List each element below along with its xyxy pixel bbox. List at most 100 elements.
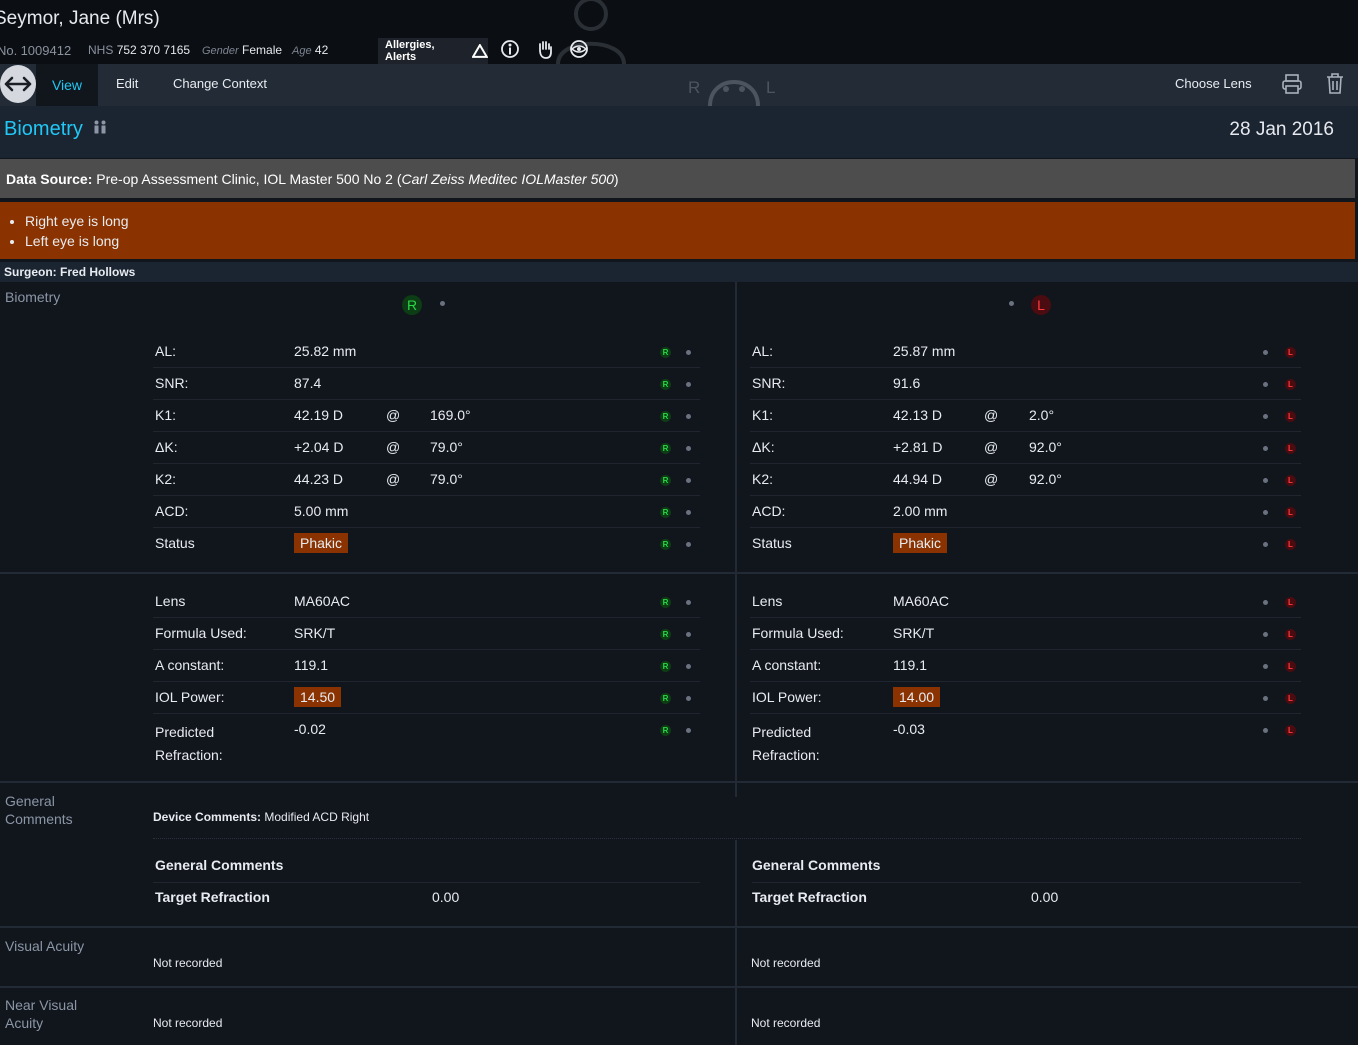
change-context-button[interactable]: Change Context bbox=[173, 76, 267, 91]
right-dk-axis: 79.0° bbox=[430, 439, 463, 455]
source-dot bbox=[1263, 350, 1268, 355]
label-dk: ΔK: bbox=[155, 439, 178, 455]
tab-edit[interactable]: Edit bbox=[116, 76, 138, 91]
allergies-alerts-button[interactable]: Allergies, Alerts bbox=[378, 38, 488, 64]
right-k2-axis: 79.0° bbox=[430, 471, 463, 487]
source-dot bbox=[1263, 632, 1268, 637]
right-snr-value: 87.4 bbox=[294, 375, 322, 391]
section-divider bbox=[0, 781, 1358, 783]
label-status: Status bbox=[155, 535, 195, 551]
label-lens: Lens bbox=[155, 593, 186, 609]
source-dot bbox=[686, 542, 691, 547]
eye-context-ghost: R L bbox=[684, 66, 784, 106]
row-separator bbox=[750, 367, 1301, 368]
label-acd: ACD: bbox=[752, 503, 786, 519]
row-separator bbox=[752, 882, 1301, 883]
right-eye-source-badge: R bbox=[660, 661, 671, 672]
patient-bar: Seymor, Jane (Mrs) No. 1009412 NHS 752 3… bbox=[0, 0, 1358, 64]
biometry-date: 28 Jan 2016 bbox=[1229, 119, 1334, 140]
eye-dot bbox=[1009, 301, 1014, 306]
general-comments-label-left: General Comments bbox=[752, 857, 881, 873]
label-snr: SNR: bbox=[155, 375, 189, 391]
general-comments-label-right: General Comments bbox=[155, 857, 284, 873]
source-dot bbox=[1263, 696, 1268, 701]
right-al-value: 25.82 mm bbox=[294, 343, 357, 359]
tab-view[interactable]: View bbox=[36, 64, 98, 106]
source-dot bbox=[686, 510, 691, 515]
section-label-visual-acuity: Visual Acuity bbox=[5, 938, 85, 954]
source-dot bbox=[686, 382, 691, 387]
page-title: Biometry bbox=[4, 118, 108, 141]
right-eye-source-badge: R bbox=[660, 597, 671, 608]
hand-icon[interactable] bbox=[534, 38, 556, 60]
right-acd-value: 5.00 mm bbox=[294, 503, 349, 519]
label-dk: ΔK: bbox=[752, 439, 775, 455]
left-status-value: Phakic bbox=[893, 533, 948, 553]
left-k2-value: 44.94 D bbox=[893, 471, 943, 487]
left-predicted-value: -0.03 bbox=[893, 721, 925, 737]
target-refraction-right: 0.00 bbox=[432, 889, 460, 905]
info-icon[interactable] bbox=[499, 38, 521, 60]
print-icon[interactable] bbox=[1281, 73, 1303, 95]
label-lens: Lens bbox=[752, 593, 783, 609]
section-label-near-visual-acuity: Near Visual Acuity bbox=[5, 997, 78, 1031]
swap-eye-button[interactable] bbox=[0, 65, 36, 103]
source-dot bbox=[686, 600, 691, 605]
patient-gender: Gender Female bbox=[202, 43, 283, 57]
label-a_constant: A constant: bbox=[155, 657, 225, 673]
device-comments: Device Comments: Modified ACD Right bbox=[153, 810, 370, 824]
right-eye-source-badge: R bbox=[660, 347, 671, 358]
left-eye-source-badge: L bbox=[1285, 379, 1296, 390]
left-k1-axis: 2.0° bbox=[1029, 407, 1055, 423]
left-eye-source-badge: L bbox=[1285, 347, 1296, 358]
at-symbol: @ bbox=[386, 407, 401, 423]
left-dk-value: +2.81 D bbox=[893, 439, 943, 455]
label-iol_power: IOL Power: bbox=[155, 689, 225, 705]
target-refraction-label-right: Target Refraction bbox=[155, 889, 270, 905]
patient-name: Seymor, Jane (Mrs) bbox=[0, 8, 160, 29]
toolbar: View Edit Change Context Choose Lens bbox=[0, 64, 1358, 106]
left-lens-value: MA60AC bbox=[893, 593, 950, 609]
left-iol_power-value: 14.00 bbox=[893, 687, 941, 707]
right-lens-value: MA60AC bbox=[294, 593, 351, 609]
warning-item: Right eye is long bbox=[25, 211, 129, 231]
label-k1: K1: bbox=[155, 407, 177, 423]
alert-triangle-icon bbox=[472, 44, 488, 58]
row-separator bbox=[750, 527, 1301, 528]
left-al-value: 25.87 mm bbox=[893, 343, 956, 359]
at-symbol: @ bbox=[984, 471, 999, 487]
row-separator bbox=[153, 681, 700, 682]
left-dk-axis: 92.0° bbox=[1029, 439, 1062, 455]
choose-lens-button[interactable]: Choose Lens bbox=[1175, 76, 1252, 91]
warning-item: Left eye is long bbox=[25, 231, 129, 251]
right-eye-source-badge: R bbox=[660, 443, 671, 454]
eye-dot bbox=[440, 301, 445, 306]
left-eye-source-badge: L bbox=[1285, 629, 1296, 640]
row-separator bbox=[750, 463, 1301, 464]
right-k1-axis: 169.0° bbox=[430, 407, 471, 423]
left-acd-value: 2.00 mm bbox=[893, 503, 948, 519]
visual-acuity-right: Not recorded bbox=[153, 956, 223, 970]
source-dot bbox=[1263, 664, 1268, 669]
right-eye-source-badge: R bbox=[660, 693, 671, 704]
warning-banner: Right eye is long Left eye is long bbox=[0, 202, 1355, 259]
label-predicted-refraction: Predicted Refraction: bbox=[155, 724, 223, 763]
nhs-number: NHS 752 370 7165 bbox=[88, 43, 191, 57]
column-divider bbox=[735, 840, 737, 928]
hospital-number: No. 1009412 bbox=[0, 43, 72, 58]
row-separator bbox=[153, 367, 700, 368]
right-a_constant-value: 119.1 bbox=[294, 657, 328, 673]
section-label-biometry: Biometry bbox=[5, 289, 61, 305]
left-eye-badge: L bbox=[1031, 295, 1051, 315]
trash-icon[interactable] bbox=[1324, 72, 1346, 96]
label-k2: K2: bbox=[752, 471, 774, 487]
left-eye-source-badge: L bbox=[1285, 539, 1296, 550]
row-separator bbox=[153, 838, 1301, 840]
label-snr: SNR: bbox=[752, 375, 786, 391]
eye-icon[interactable] bbox=[568, 38, 590, 60]
right-eye-source-badge: R bbox=[660, 507, 671, 518]
label-formula: Formula Used: bbox=[155, 625, 247, 641]
target-refraction-left: 0.00 bbox=[1031, 889, 1059, 905]
left-snr-value: 91.6 bbox=[893, 375, 921, 391]
visual-acuity-left: Not recorded bbox=[751, 956, 821, 970]
